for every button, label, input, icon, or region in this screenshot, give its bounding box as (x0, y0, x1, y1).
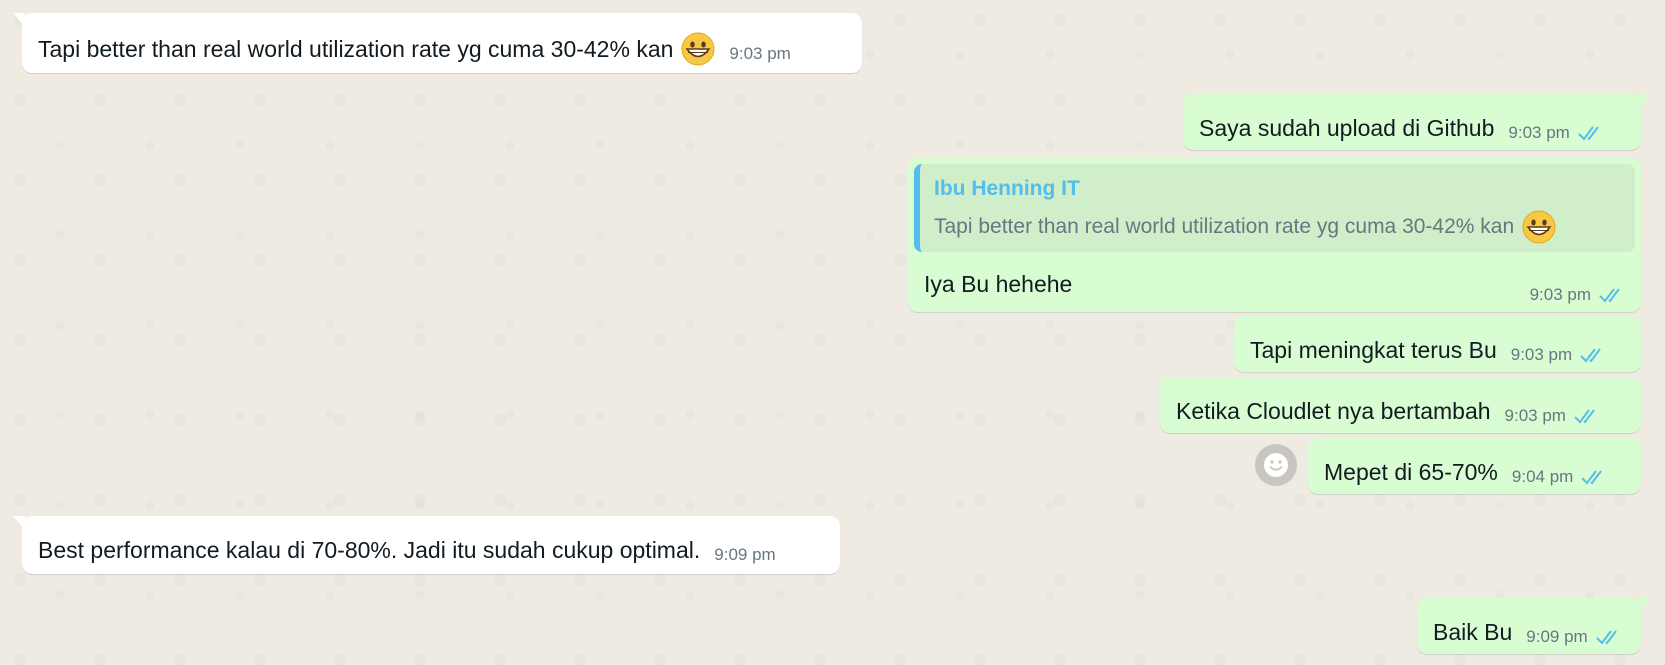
message-text: Ketika Cloudlet nya bertambah (1176, 398, 1491, 424)
message-text: Mepet di 65-70% (1324, 459, 1498, 485)
message-meta: 9:03 pm (729, 44, 790, 64)
message-meta: 9:03 pm (1508, 123, 1605, 143)
message-meta: 9:03 pm (1511, 345, 1608, 365)
double-check-read-icon (1595, 630, 1617, 645)
message-time: 9:09 pm (714, 545, 776, 564)
grinning-face-emoji-icon (1522, 210, 1556, 244)
bubble-tail (1638, 94, 1650, 108)
message-text: Saya sudah upload di Github (1199, 115, 1495, 141)
quoted-author: Ibu Henning IT (934, 177, 1080, 200)
message-time: 9:03 pm (1504, 406, 1566, 425)
bubble-tail (13, 13, 25, 27)
double-check-read-icon (1581, 470, 1603, 485)
double-check-read-icon (1599, 288, 1620, 303)
message-text: Best performance kalau di 70-80%. Jadi i… (38, 537, 701, 563)
message-bubble-outgoing[interactable]: Mepet di 65-70% 9:04 pm (1308, 438, 1641, 494)
message-bubble-outgoing[interactable]: Tapi meningkat terus Bu 9:03 pm (1234, 316, 1641, 372)
message-meta: 9:03 pm (1505, 406, 1602, 426)
message-time: 9:03 pm (1508, 123, 1570, 142)
grinning-face-emoji-icon (681, 32, 715, 66)
message-text: Baik Bu (1433, 619, 1513, 645)
smiley-icon (1264, 453, 1288, 477)
quoted-message[interactable]: Ibu Henning IT Tapi better than real wor… (914, 164, 1635, 252)
message-meta: 9:09 pm (1526, 627, 1623, 647)
message-time: 9:03 pm (1510, 345, 1573, 364)
message-time: 9:03 pm (1529, 285, 1591, 304)
message-text: Tapi better than real world utilization … (38, 36, 674, 62)
message-bubble-incoming[interactable]: Best performance kalau di 70-80%. Jadi i… (13, 516, 840, 574)
double-check-read-icon (1578, 126, 1599, 141)
message-text: Tapi meningkat terus Bu (1250, 337, 1497, 363)
message-bubble-outgoing[interactable]: Ketika Cloudlet nya bertambah 9:03 pm (1160, 377, 1641, 433)
message-text: Iya Bu hehehe (924, 271, 1073, 297)
message-bubble-outgoing[interactable]: Baik Bu 9:09 pm (1417, 598, 1650, 654)
quoted-text-row: Tapi better than real world utilization … (934, 210, 1621, 244)
react-button[interactable] (1255, 444, 1297, 486)
message-meta: 9:04 pm (1512, 467, 1609, 487)
double-check-read-icon (1574, 409, 1595, 424)
message-time: 9:03 pm (729, 44, 791, 63)
double-check-read-icon (1580, 348, 1601, 363)
message-bubble-outgoing[interactable]: Saya sudah upload di Github 9:03 pm (1183, 94, 1650, 150)
bubble-tail (1638, 598, 1650, 612)
message-bubble-outgoing-reply[interactable]: Ibu Henning IT Tapi better than real wor… (908, 158, 1641, 312)
message-meta: 9:09 pm (714, 545, 775, 565)
message-time: 9:09 pm (1526, 627, 1588, 646)
bubble-tail (13, 516, 25, 530)
message-time: 9:04 pm (1511, 467, 1574, 486)
message-meta: 9:03 pm (1530, 285, 1627, 305)
message-bubble-incoming[interactable]: Tapi better than real world utilization … (13, 13, 862, 73)
quoted-text: Tapi better than real world utilization … (934, 215, 1515, 238)
